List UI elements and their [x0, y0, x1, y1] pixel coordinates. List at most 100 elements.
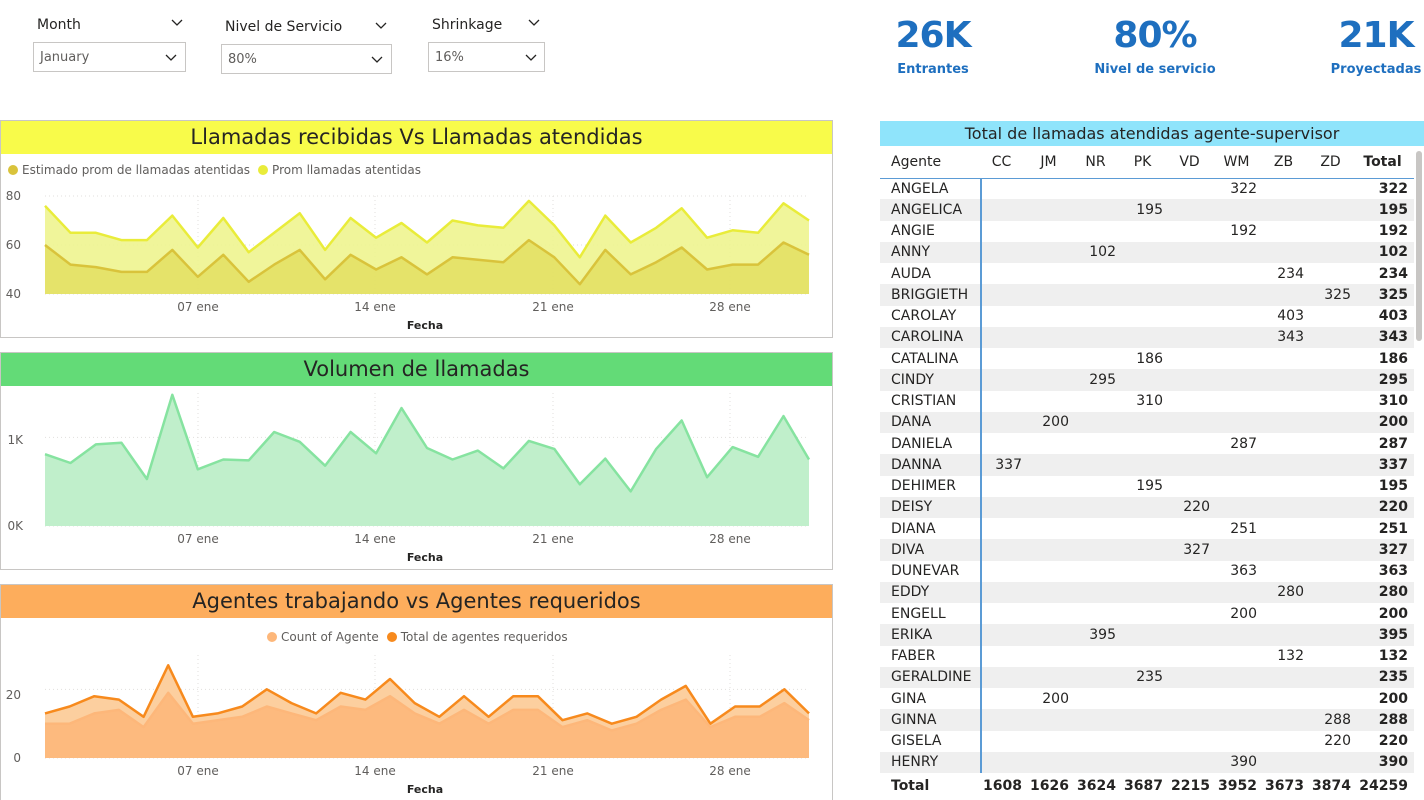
chevron-down-icon[interactable] [374, 19, 388, 33]
table-row[interactable]: BRIGGIETH 325 325 [880, 284, 1414, 306]
y-tick-label: 60 [6, 238, 21, 252]
footer-cell: 3624 [1075, 773, 1122, 799]
table-row[interactable]: DEISY 220 220 [880, 496, 1414, 518]
x-tick-label: 21 ene [532, 300, 573, 314]
table-row[interactable]: DANNA 337 337 [880, 454, 1414, 476]
value-cell [1122, 581, 1169, 603]
table-row[interactable]: ANNY 102 102 [880, 241, 1414, 263]
slicer-month-title: Month [37, 17, 81, 33]
table-row[interactable]: DIVA 327 327 [880, 539, 1414, 561]
agent-name-cell: HENRY [880, 751, 982, 773]
value-cell [1216, 326, 1263, 348]
table-row[interactable]: ANGELA 322 322 [880, 178, 1414, 200]
value-cell [1075, 326, 1122, 348]
chevron-down-icon[interactable] [527, 16, 541, 30]
column-header[interactable]: WM [1216, 146, 1263, 178]
table-row[interactable]: EDDY 280 280 [880, 581, 1414, 603]
value-cell [1310, 411, 1357, 433]
table-row[interactable]: AUDA 234 234 [880, 263, 1414, 285]
column-header[interactable]: Agente [880, 146, 981, 178]
value-cell [1263, 518, 1310, 539]
value-cell [1310, 603, 1357, 624]
table-row[interactable]: ANGIE 192 192 [880, 220, 1414, 242]
kpi-proyectadas-value: 21K [1338, 15, 1415, 56]
value-cell [1263, 561, 1310, 582]
table-row[interactable]: CAROLAY 403 403 [880, 305, 1414, 327]
column-header[interactable]: ZB [1263, 146, 1310, 178]
table-row[interactable]: DUNEVAR 363 363 [880, 560, 1414, 582]
table-row[interactable]: GISELA 220 220 [880, 730, 1414, 752]
table-row[interactable]: ANGELICA 195 195 [880, 199, 1414, 221]
agent-name-cell: DANA [880, 411, 982, 433]
table-row[interactable]: GINA 200 200 [880, 688, 1414, 710]
table-row[interactable]: DEHIMER 195 195 [880, 475, 1414, 497]
agent-name-cell: CATALINA [880, 348, 982, 370]
value-cell [1169, 476, 1216, 497]
table-row[interactable]: CAROLINA 343 343 [880, 326, 1414, 348]
value-cell [1169, 666, 1216, 688]
value-cell: 310 [1136, 393, 1163, 410]
total-cell: 200 [1378, 690, 1408, 707]
column-header[interactable]: ZD [1310, 146, 1357, 178]
footer-cell: 2215 [1169, 773, 1216, 799]
value-cell [1075, 433, 1122, 454]
column-header[interactable]: VD [1169, 146, 1216, 178]
value-cell [1310, 476, 1357, 497]
table-scrollbar[interactable] [1416, 151, 1422, 341]
agent-name-cell: ERIKA [880, 624, 982, 646]
agent-name-cell: DIVA [880, 539, 982, 561]
value-cell [1169, 731, 1216, 752]
column-header[interactable]: NR [1075, 146, 1122, 178]
slicer-shrinkage-dropdown[interactable]: 16% [428, 42, 545, 72]
value-cell [1310, 178, 1357, 199]
value-cell [1263, 284, 1310, 306]
table-row[interactable]: DANIELA 287 287 [880, 433, 1414, 455]
table-row[interactable]: FABER 132 132 [880, 645, 1414, 667]
value-cell [981, 476, 1028, 497]
table-row[interactable]: ERIKA 395 395 [880, 624, 1414, 646]
agent-name-cell: GINA [880, 688, 982, 710]
x-tick-label: 28 ene [709, 300, 750, 314]
table-row[interactable]: HENRY 390 390 [880, 751, 1414, 773]
table-row[interactable]: CRISTIAN 310 310 [880, 390, 1414, 412]
chart-volumen-plot[interactable]: 0K 1K 07 ene 14 ene 21 ene 28 ene Fecha [1, 353, 832, 571]
value-cell [981, 391, 1028, 412]
chart-llamadas-plot[interactable]: 40 60 80 07 ene 14 ene 21 ene 28 ene Fec… [1, 121, 832, 339]
slicer-month-dropdown[interactable]: January [33, 42, 186, 72]
value-cell [1122, 603, 1169, 624]
value-cell [1169, 518, 1216, 539]
table-row[interactable]: GINNA 288 288 [880, 709, 1414, 731]
value-cell: 288 [1310, 709, 1357, 731]
value-cell [1028, 751, 1075, 773]
value-cell [1310, 348, 1357, 369]
column-header[interactable]: JM [1028, 146, 1075, 178]
chart-agentes-plot[interactable]: 0 20 07 ene 14 ene 21 ene 28 ene Fecha [1, 585, 832, 800]
x-tick-label: 21 ene [532, 532, 573, 546]
slicer-nivel-servicio-dropdown[interactable]: 80% [221, 44, 392, 74]
value-cell [1263, 199, 1310, 221]
agent-name-cell: ANGIE [880, 220, 982, 242]
value-cell: 195 [1122, 199, 1169, 221]
table-row[interactable]: GERALDINE 235 235 [880, 666, 1414, 688]
value-cell [981, 348, 1028, 369]
value-cell [1028, 666, 1075, 688]
table-row[interactable]: CATALINA 186 186 [880, 348, 1414, 370]
column-header[interactable]: PK [1122, 146, 1169, 178]
agent-supervisor-table[interactable]: Agente CC JM NR PK VD WM ZB ZD Total ANG… [880, 146, 1414, 799]
column-header[interactable]: Total [1357, 146, 1414, 178]
value-cell: 132 [1277, 648, 1304, 665]
value-cell [1310, 646, 1357, 667]
value-cell [1263, 411, 1310, 433]
table-row[interactable]: DANA 200 200 [880, 411, 1414, 433]
chevron-down-icon [525, 54, 537, 61]
value-cell: 200 [1042, 690, 1069, 707]
value-cell [1216, 306, 1263, 327]
column-header[interactable]: CC [981, 146, 1028, 178]
table-row[interactable]: ENGELL 200 200 [880, 603, 1414, 625]
value-cell [1122, 518, 1169, 539]
value-cell [1169, 178, 1216, 199]
chevron-down-icon[interactable] [170, 16, 184, 30]
chevron-down-icon [165, 54, 177, 61]
table-row[interactable]: CINDY 295 295 [880, 369, 1414, 391]
table-row[interactable]: DIANA 251 251 [880, 518, 1414, 540]
